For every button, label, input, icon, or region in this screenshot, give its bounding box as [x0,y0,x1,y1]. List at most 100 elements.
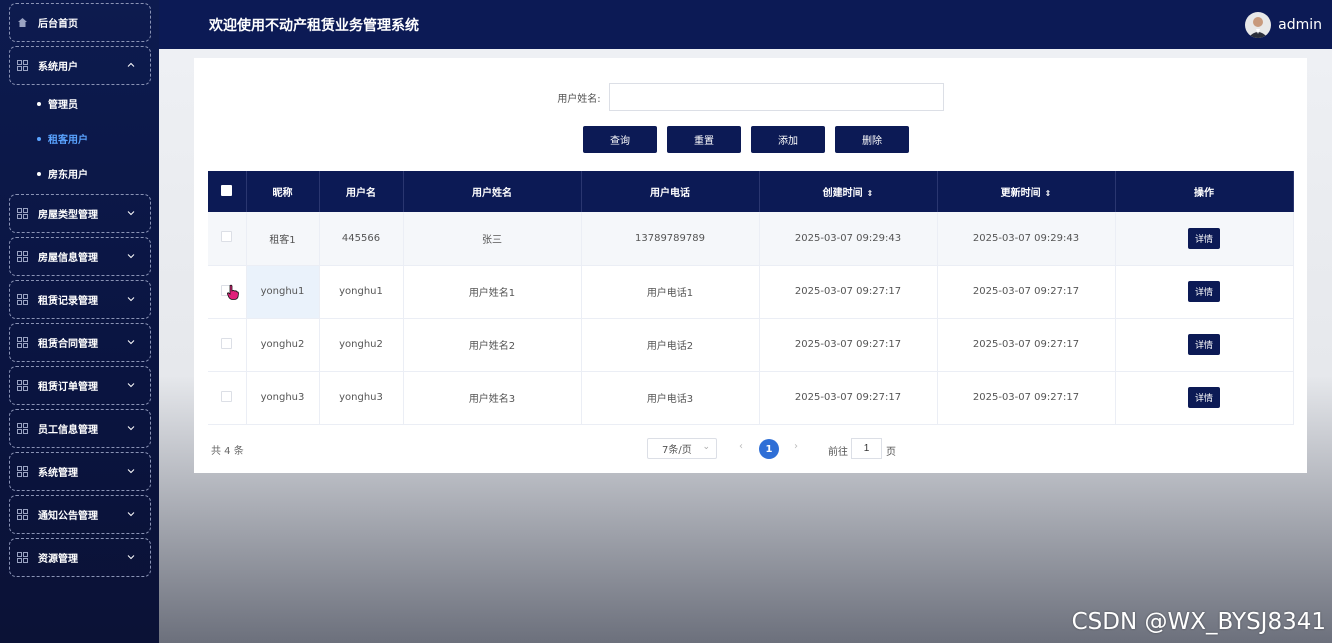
sidebar-menu-label: 系统管理 [38,468,78,479]
table-cell: 用户姓名1 [403,265,582,319]
nav-system-users-label: 系统用户 [38,62,78,73]
page-number-current[interactable]: 1 [759,439,779,459]
sidebar-item-admin[interactable]: 管理员 [0,86,159,121]
table-cell: 用户电话2 [581,318,760,372]
table-cell: 2025-03-07 09:29:43 [759,212,938,266]
sidebar-menu-item[interactable]: 租赁订单管理 [9,366,151,405]
table-cell: 张三 [403,212,582,266]
row-select-cell [208,212,247,266]
chevron-down-icon [127,211,135,216]
reset-button[interactable]: 重置 [667,126,741,153]
grid-icon [17,380,28,391]
col-created-time-label: 创建时间 [822,188,863,199]
watermark: CSDN @WX_BYSJ8341 [1071,609,1326,635]
table-cell: 2025-03-07 09:27:17 [759,371,938,425]
table-cell: yonghu3 [246,371,320,425]
search-row: 用户姓名: [194,83,1307,111]
delete-button[interactable]: 删除 [835,126,909,153]
table-cell: yonghu2 [246,318,320,372]
row-checkbox[interactable] [221,390,233,402]
sidebar-menu-label: 员工信息管理 [38,425,98,436]
table-cell: 2025-03-07 09:27:17 [937,371,1116,425]
table-cell: yonghu2 [319,318,404,372]
table-row[interactable]: yonghu3 yonghu3 用户姓名3 用户电话3 2025-03-07 09:27… [208,371,1294,425]
sidebar-menu-item[interactable]: 租赁合同管理 [9,323,151,362]
search-label: 用户姓名: [557,93,601,105]
table-cell: 2025-03-07 09:29:43 [937,212,1116,266]
col-updated-time[interactable]: 更新时间 ⇕ [937,171,1116,212]
detail-button[interactable]: 详情 [1188,227,1220,249]
sort-icon[interactable]: ⇕ [1045,189,1052,198]
sidebar-item-landlord-users[interactable]: 房东用户 [0,156,159,191]
chevron-down-icon [127,469,135,474]
sidebar-menu-item[interactable]: 系统管理 [9,452,151,491]
add-button[interactable]: 添加 [751,126,825,153]
row-checkbox[interactable] [221,231,233,243]
sidebar-menu-label: 租赁合同管理 [38,339,98,350]
table-row[interactable]: 租客1 445566 张三 13789789789 2025-03-07 09:29:4… [208,212,1294,266]
col-created-time[interactable]: 创建时间 ⇕ [759,171,938,212]
user-name-search-input[interactable] [608,83,944,111]
sidebar-menu-item[interactable]: 租赁记录管理 [9,280,151,319]
detail-button[interactable]: 详情 [1188,387,1220,408]
chevron-down-icon [127,297,135,302]
sidebar-menu-label: 房屋信息管理 [38,253,98,264]
chevron-down-icon [127,254,135,259]
grid-icon [17,423,28,434]
bullet-dot [37,136,41,141]
detail-button[interactable]: 详情 [1188,334,1220,355]
row-checkbox[interactable] [221,337,233,349]
next-page-icon[interactable]: › [794,441,798,452]
col-username: 用户名 [319,171,404,212]
table-cell: 租客1 [246,212,320,266]
chevron-up-icon [127,62,135,67]
sidebar: 后台首页 系统用户 管理员 租客用户 房东用户 房屋类型管理 房屋信息管理租赁记录… [0,0,159,643]
sidebar-menu-item[interactable]: 房屋信息管理 [9,237,151,276]
sidebar-item-label: 租客用户 [48,135,88,146]
sidebar-item-label: 房东用户 [48,170,88,181]
page-size-value: 7条/页 [662,445,692,456]
page-size-select[interactable]: 7条/页 ⌄ [647,438,717,459]
table-row[interactable]: yonghu1 yonghu1 用户姓名1 用户电话1 2025-03-07 09:27… [208,265,1294,319]
sidebar-menu-item[interactable]: 员工信息管理 [9,409,151,448]
sidebar-menu-label: 资源管理 [38,554,78,565]
grid-icon [17,552,28,563]
sort-icon[interactable]: ⇕ [867,189,874,198]
chevron-down-icon: ⌄ [702,442,710,452]
table-cell: 2025-03-07 09:27:17 [937,318,1116,372]
prev-page-icon[interactable]: ‹ [739,441,743,452]
row-select-cell [208,371,247,425]
table-row[interactable]: yonghu2 yonghu2 用户姓名2 用户电话2 2025-03-07 09:27… [208,318,1294,372]
goto-page-input[interactable] [851,438,882,459]
grid-icon [17,251,28,262]
total-count: 共 4 条 [211,446,244,457]
sidebar-menu-label: 通知公告管理 [38,511,98,522]
query-button[interactable]: 查询 [583,126,657,153]
col-actions: 操作 [1115,171,1294,212]
detail-button[interactable]: 详情 [1188,281,1220,302]
grid-icon [17,208,28,219]
sidebar-menu-item[interactable]: 通知公告管理 [9,495,151,534]
user-menu[interactable]: admin [1245,12,1322,38]
bullet-dot [37,171,41,176]
sidebar-menu-item[interactable]: 资源管理 [9,538,151,577]
table-cell: 用户电话3 [581,371,760,425]
table-header-row: 昵称 用户名 用户姓名 用户电话 创建时间 ⇕ 更新时间 ⇕ 操作 [208,171,1294,212]
grid-icon [17,337,28,348]
sidebar-menu-label: 租赁订单管理 [38,382,98,393]
grid-icon [17,60,28,71]
sidebar-item-tenant-users[interactable]: 租客用户 [0,121,159,156]
table-cell: yonghu3 [319,371,404,425]
sidebar-menu-label: 房屋类型管理 [38,210,98,221]
table-cell: 2025-03-07 09:27:17 [759,318,938,372]
bullet-dot [37,101,41,106]
nav-home[interactable]: 后台首页 [9,3,151,42]
chevron-down-icon [127,340,135,345]
select-all-checkbox[interactable] [221,184,233,196]
sidebar-menu-item[interactable]: 房屋类型管理 [9,194,151,233]
col-nickname: 昵称 [246,171,320,212]
username: admin [1278,17,1322,33]
table-cell: 用户姓名2 [403,318,582,372]
nav-system-users[interactable]: 系统用户 [9,46,151,85]
chevron-down-icon [127,512,135,517]
